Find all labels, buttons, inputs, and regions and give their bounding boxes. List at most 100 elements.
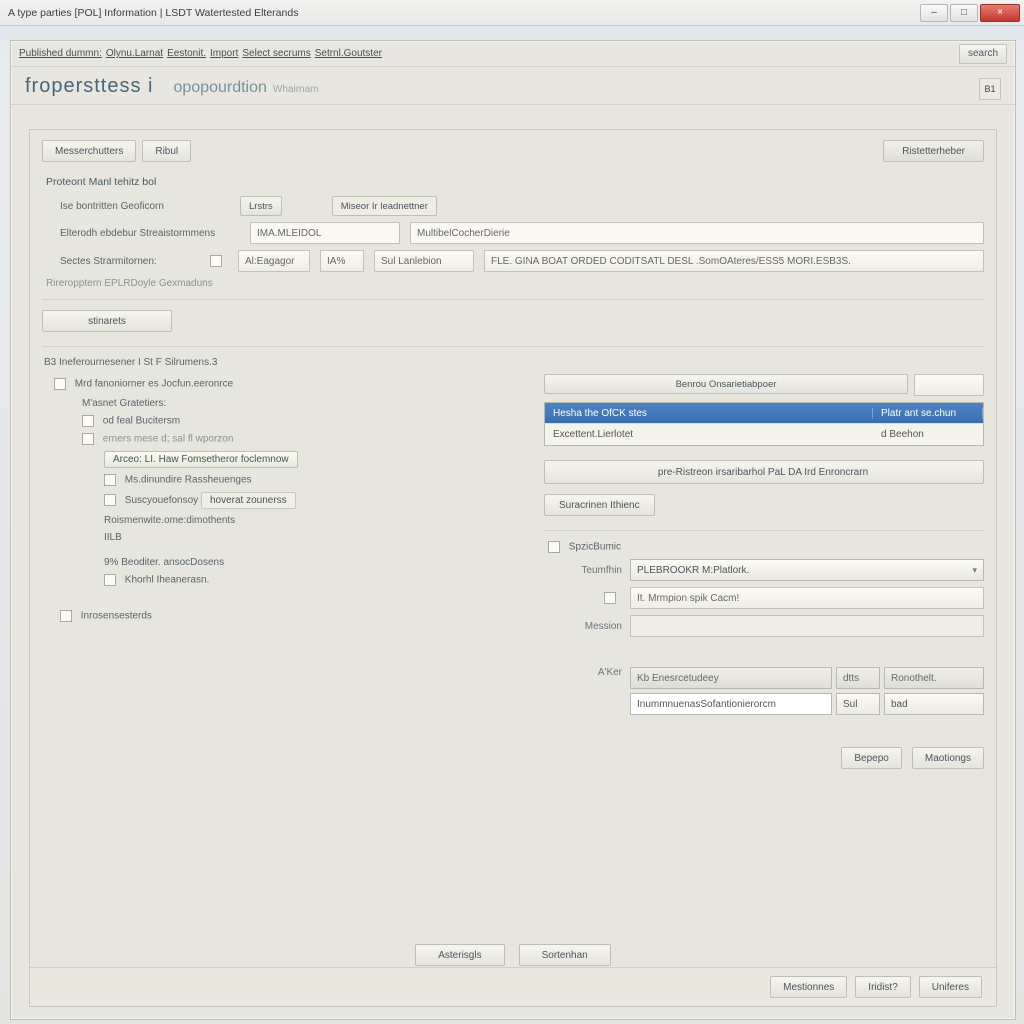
main-window: Published dummn: Olynu.Larnat Eestonit. … <box>10 40 1016 1020</box>
lowform-sect-checkbox[interactable] <box>548 541 560 553</box>
tree-node-6[interactable]: Roismenwite.ome:dimothents <box>104 515 526 526</box>
tree-node-3-label: erners mese d; sal fl wporzon <box>103 434 234 445</box>
row2-field1[interactable]: IMA.MLEIDOL <box>250 222 400 244</box>
section2-breadcrumb: B3 Ineferournesener I St F Silrumens.3 <box>44 357 984 368</box>
panel-footer-b2[interactable]: Maotiongs <box>912 747 984 769</box>
grid-r1-c: bad <box>884 693 984 715</box>
grid-header: Kb Enesrcetudeey dtts Ronothelt. <box>630 667 984 689</box>
tree-node-10[interactable]: Inrosensesterds <box>60 610 526 622</box>
grid-r1-a[interactable]: InummnuenasSofantionierorcm <box>630 693 832 715</box>
tree-node-7[interactable]: IILB <box>104 532 526 543</box>
row1-label: Ise bontritten Geoficorn <box>60 201 230 212</box>
tree-node-5-box[interactable] <box>104 494 116 506</box>
tree-node-2[interactable]: od feal Bucitersm <box>82 415 526 427</box>
section1-row3: Sectes Strarmitornen: Al:Eagagor IA% Sul… <box>60 250 984 272</box>
window-maximize-button[interactable]: □ <box>950 4 978 22</box>
tree-node-5-label: Suscyouefonsoy <box>125 495 198 506</box>
list-row-1[interactable]: Excettent.Lierlotet d Beehon <box>545 423 983 445</box>
menubar-search-button[interactable]: search <box>959 44 1007 64</box>
header-corner-button[interactable]: B1 <box>979 78 1001 100</box>
list-header-a[interactable]: Hesha the OfCK stes <box>545 408 873 419</box>
window-footer-b3[interactable]: Uniferes <box>919 976 982 998</box>
toolbar-messerchutters-button[interactable]: Messerchutters <box>42 140 136 162</box>
tree: M'asnet Gratetiers: od feal Bucitersm er… <box>60 398 526 622</box>
tree-node-9[interactable]: Khorhl Iheanerasn. <box>104 574 526 586</box>
lowform-sect-label: SpzicBumic <box>548 541 984 553</box>
tree-node-10-box[interactable] <box>60 610 72 622</box>
tree-node-3-chip[interactable]: Arceo: LI. Haw Fomsetheror foclemnow <box>104 451 526 468</box>
grid-row-1[interactable]: InummnuenasSofantionierorcm Sul bad <box>630 693 984 715</box>
menu-item-setrnl[interactable]: Setrnl.Goutster <box>315 48 382 59</box>
tree-node-3: erners mese d; sal fl wporzon <box>82 433 526 445</box>
menu-item-published[interactable]: Published dummn: <box>19 48 102 59</box>
rightpane-top-button[interactable]: Benrou Onsarietiabpoer <box>544 374 908 394</box>
menu-item-olynu[interactable]: Olynu.Larnat <box>106 48 163 59</box>
lowform-v1-select[interactable]: PLEBROOKR M:Platlork. ▾ <box>630 559 984 581</box>
window-footer: Mestionnes Iridist? Uniferes <box>30 967 996 1006</box>
list-header-b[interactable]: Platr ant se.chun <box>873 408 983 419</box>
page-title-main: fropersttess i <box>25 75 153 98</box>
lowform-v3-field[interactable] <box>630 615 984 637</box>
window-titlebar: A type parties [POL] Information | LSDT … <box>0 0 1024 26</box>
window-footer-b1[interactable]: Mestionnes <box>770 976 847 998</box>
tree-node-4-label: Ms.dinundire Rassheuenges <box>125 475 252 486</box>
window-footer-b2[interactable]: Iridist? <box>855 976 910 998</box>
lowform-sect-label-text: SpzicBumic <box>569 542 621 553</box>
row1-btn2[interactable]: Miseor Ir leadnettner <box>332 196 437 216</box>
lowform-k2-checkbox[interactable] <box>604 592 616 604</box>
tree-node-9-label: Khorhl Iheanerasn. <box>125 575 210 586</box>
tree-node-5: Suscyouefonsoy hoverat zounerss <box>104 492 526 509</box>
toolbar-ribul-button[interactable]: Ribul <box>142 140 191 162</box>
tree-root: Mrd fanoniorner es Jocfun.eeronrce <box>54 378 526 390</box>
lowform-k2 <box>544 592 622 604</box>
menu-item-select[interactable]: Select secrums <box>242 48 310 59</box>
tree-node-3-chip-label: Arceo: LI. Haw Fomsetheror foclemnow <box>104 451 298 468</box>
row3-checkbox[interactable] <box>210 255 222 267</box>
chevron-down-icon: ▾ <box>972 565 977 576</box>
grid-h2[interactable]: dtts <box>836 667 880 689</box>
row3-field1[interactable]: Al:Eagagor <box>238 250 310 272</box>
lower-form: SpzicBumic Teumfhin PLEBROOKR M:Platlork… <box>544 530 984 719</box>
row3-field4: FLE. GINA BOAT ORDED CODITSATL DESL .Som… <box>484 250 984 272</box>
tree-node-1[interactable]: M'asnet Gratetiers: <box>82 398 526 409</box>
row3-field3[interactable]: Sul Lanlebion <box>374 250 474 272</box>
rightpane-listbox: Hesha the OfCK stes Platr ant se.chun Ex… <box>544 402 984 446</box>
rightpane-long-btn1[interactable]: pre-Ristreon irsaribarhol PaL DA Ird Enr… <box>544 460 984 484</box>
lowform-k3: Mession <box>544 621 622 632</box>
window-title: A type parties [POL] Information | LSDT … <box>4 7 918 19</box>
page-title-sub: opopourdtion <box>173 79 266 97</box>
grid-h3[interactable]: Ronothelt. <box>884 667 984 689</box>
dialog-footer-b1[interactable]: Asterisgls <box>415 944 504 966</box>
lowform-v2-field[interactable]: It. Mrmpion spik Cacm! <box>630 587 984 609</box>
row3-field2[interactable]: IA% <box>320 250 364 272</box>
rightpane-long-btn2[interactable]: Suracrinen Ithienc <box>544 494 655 516</box>
tree-node-4-box[interactable] <box>104 474 116 486</box>
toolbar-right-button[interactable]: Ristetterheber <box>883 140 984 162</box>
tree-node-8[interactable]: 9% Beoditer. ansocDosens <box>104 557 526 568</box>
panel-footer-b1[interactable]: Вереро <box>841 747 901 769</box>
tree-node-4[interactable]: Ms.dinundire Rassheuenges <box>104 474 526 486</box>
right-column: Benrou Onsarietiabpoer Hesha the OfCK st… <box>544 374 984 769</box>
section1-footer: Rireropptern EPLRDoyle Gexmaduns <box>46 278 984 289</box>
tree-node-2-box[interactable] <box>82 415 94 427</box>
row1-btn1[interactable]: Lrstrs <box>240 196 282 216</box>
tree-root-checkbox[interactable] <box>54 378 66 390</box>
tree-node-9-box[interactable] <box>104 574 116 586</box>
submit-button[interactable]: stinarets <box>42 310 172 332</box>
menu-item-import[interactable]: Import <box>210 48 238 59</box>
window-close-button[interactable]: × <box>980 4 1020 22</box>
toolbar-row: Messerchutters Ribul Ristetterheber <box>42 140 984 162</box>
list-header: Hesha the OfCK stes Platr ant se.chun <box>545 403 983 423</box>
window-minimize-button[interactable]: – <box>920 4 948 22</box>
tree-node-3-box[interactable] <box>82 433 94 445</box>
two-column-area: Mrd fanoniorner es Jocfun.eeronrce M'asn… <box>42 374 984 769</box>
tree-node-5-badge[interactable]: hoverat zounerss <box>201 492 296 509</box>
grid-h1[interactable]: Kb Enesrcetudeey <box>630 667 832 689</box>
dialog-footer-b2[interactable]: Sortenhan <box>519 944 611 966</box>
tree-root-label: Mrd fanoniorner es Jocfun.eeronrce <box>75 379 233 390</box>
menu-item-eestonit[interactable]: Eestonit. <box>167 48 206 59</box>
section1-title: Proteont Manl tehitz bol <box>46 176 984 188</box>
rightpane-top-field[interactable] <box>914 374 984 396</box>
page-title-sub2: Whairnam <box>273 84 319 95</box>
row2-field2[interactable]: MultibelCocherDierie <box>410 222 984 244</box>
